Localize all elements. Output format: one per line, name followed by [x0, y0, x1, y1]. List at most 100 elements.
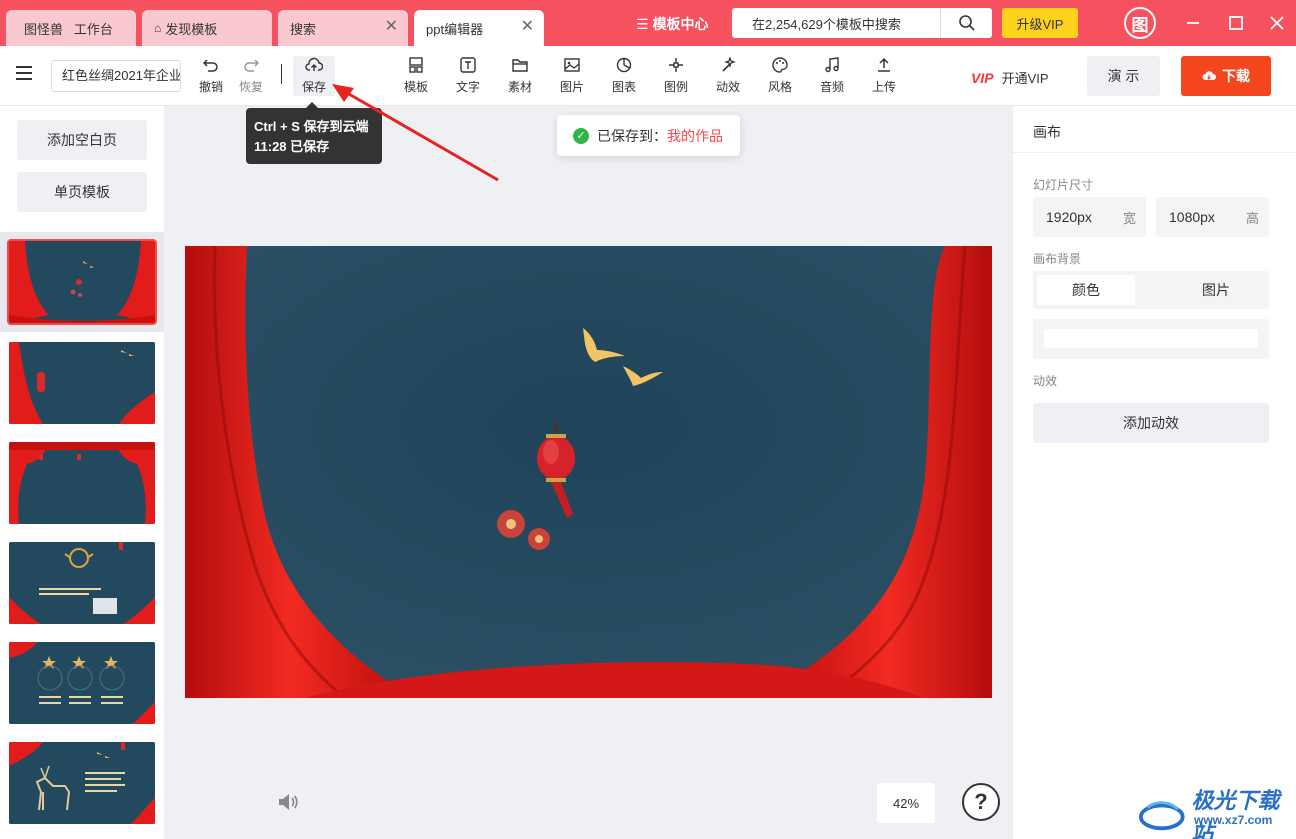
open-vip-link[interactable]: VIP 开通VIP — [971, 68, 1049, 87]
save-success-toast: ✓ 已保存到： 我的作品 — [557, 115, 740, 156]
tab-label: ppt编辑器 — [426, 21, 484, 37]
bg-option-image[interactable]: 图片 — [1167, 275, 1265, 305]
music-icon — [823, 56, 841, 74]
present-button[interactable]: 演 示 — [1087, 56, 1160, 96]
undo-label: 撤销 — [198, 80, 223, 94]
tool-label: 图片 — [559, 80, 584, 94]
undo-button[interactable]: 撤销 — [189, 56, 233, 95]
folder-icon — [511, 56, 529, 74]
upgrade-vip-button[interactable]: 升级VIP — [1002, 8, 1078, 38]
slide-thumbnail[interactable] — [0, 532, 164, 632]
background-type-switch: 颜色 图片 — [1033, 271, 1269, 309]
tool-legend[interactable]: 图例 — [654, 56, 698, 95]
tab-workbench[interactable]: 图怪兽 工作台 — [6, 10, 136, 46]
redo-icon — [242, 56, 260, 74]
slide-height-input[interactable]: 1080px 高 — [1156, 197, 1269, 237]
tool-chart[interactable]: 图表 — [602, 56, 646, 95]
tab-label: 搜索 — [290, 21, 317, 37]
slide-width-input[interactable]: 1920px 宽 — [1033, 197, 1146, 237]
slide-artwork — [185, 246, 992, 698]
tool-image[interactable]: 图片 — [550, 56, 594, 95]
home-icon: ⌂ — [154, 21, 162, 35]
diagram-icon — [667, 56, 685, 74]
hamburger-menu-icon[interactable] — [16, 66, 32, 80]
my-works-link[interactable]: 我的作品 — [667, 126, 723, 146]
slide-canvas[interactable] — [185, 246, 992, 698]
slide-thumbnail-image — [9, 442, 155, 524]
maximize-icon[interactable] — [1225, 12, 1247, 34]
properties-panel: 画布 幻灯片尺寸 1920px 宽 1080px 高 画布背景 颜色 图片 动效… — [1013, 106, 1296, 839]
tool-style[interactable]: 风格 — [758, 56, 802, 95]
tool-label: 图例 — [663, 80, 688, 94]
vip-badge-icon: VIP — [971, 69, 994, 86]
template-center-label: 模板中心 — [652, 16, 709, 32]
bg-option-color[interactable]: 颜色 — [1037, 275, 1135, 305]
watermark-url: www.xz7.com — [1194, 813, 1273, 827]
template-center-link[interactable]: ☰ 模板中心 — [636, 14, 709, 34]
slide-size-label: 幻灯片尺寸 — [1033, 178, 1094, 192]
annotation-arrow — [332, 84, 499, 182]
text-icon — [459, 56, 477, 74]
canvas-background-label: 画布背景 — [1033, 252, 1082, 266]
tool-upload[interactable]: 上传 — [862, 56, 906, 95]
download-button[interactable]: 下载 — [1181, 56, 1271, 96]
slide-thumbnail[interactable] — [0, 232, 164, 332]
tool-animation[interactable]: 动效 — [706, 56, 750, 95]
slide-list-panel: 添加空白页 单页模板 — [0, 106, 164, 839]
tab-label: 图怪兽 工作台 — [24, 21, 113, 37]
tool-label: 风格 — [767, 80, 792, 94]
tool-label: 上传 — [871, 80, 896, 94]
tool-audio[interactable]: 音频 — [810, 56, 854, 95]
height-value: 1080px — [1169, 209, 1215, 225]
background-color-picker[interactable] — [1033, 319, 1269, 359]
close-icon[interactable]: ✕ — [385, 19, 398, 35]
watermark-text: 极光下载站 — [1191, 788, 1280, 839]
minimize-icon[interactable] — [1182, 12, 1204, 34]
open-vip-label: 开通VIP — [1001, 71, 1049, 86]
add-effect-button[interactable]: 添加动效 — [1033, 403, 1269, 443]
slide-thumbnail[interactable] — [0, 732, 164, 832]
redo-label: 恢复 — [238, 80, 263, 94]
tool-label: 素材 — [507, 80, 532, 94]
template-search[interactable]: 在2,254,629个模板中搜索 — [732, 8, 992, 38]
document-name-field[interactable]: 红色丝绸2021年企业 — [51, 60, 181, 92]
slide-thumbnail-image — [9, 742, 155, 824]
slide-thumbnail-image — [9, 342, 155, 424]
effect-label: 动效 — [1033, 374, 1058, 388]
panel-divider — [1013, 152, 1296, 153]
slide-thumbnail[interactable] — [0, 332, 164, 432]
search-icon — [958, 15, 975, 31]
width-unit: 宽 — [1122, 210, 1136, 226]
add-blank-page-button[interactable]: 添加空白页 — [17, 120, 147, 160]
check-circle-icon: ✓ — [573, 127, 589, 144]
color-swatch — [1044, 329, 1258, 348]
site-watermark: 极光下载站 www.xz7.com — [1138, 783, 1296, 839]
tab-ppt-editor[interactable]: ppt编辑器 ✕ — [414, 10, 544, 46]
panel-title: 画布 — [1033, 124, 1061, 140]
search-button[interactable] — [940, 8, 992, 38]
tool-label: 图表 — [611, 80, 636, 94]
slide-thumbnail-image — [9, 642, 155, 724]
tab-search[interactable]: 搜索 ✕ — [278, 10, 408, 46]
download-label: 下载 — [1222, 68, 1250, 84]
height-unit: 高 — [1245, 210, 1259, 226]
zoom-level[interactable]: 42% — [877, 783, 935, 823]
speaker-icon[interactable] — [276, 790, 300, 817]
close-window-icon[interactable] — [1266, 12, 1288, 34]
cloud-download-icon — [1202, 71, 1216, 80]
tool-label: 音频 — [819, 80, 844, 94]
help-icon[interactable]: ? — [962, 783, 1000, 821]
title-bar: 图怪兽 工作台 ⌂ 发现模板 搜索 ✕ ppt编辑器 ✕ ☰ 模板中心 在2,2… — [0, 0, 1296, 46]
close-icon[interactable]: ✕ — [521, 19, 534, 35]
slide-thumbnail[interactable] — [0, 432, 164, 532]
search-input[interactable]: 在2,254,629个模板中搜索 — [732, 14, 940, 33]
toolbar-divider — [281, 64, 282, 84]
tab-discover-templates[interactable]: ⌂ 发现模板 — [142, 10, 272, 46]
redo-button[interactable]: 恢复 — [229, 56, 273, 95]
single-page-template-button[interactable]: 单页模板 — [17, 172, 147, 212]
user-avatar[interactable]: 图 — [1124, 7, 1156, 39]
slide-thumbnail-image — [7, 239, 157, 325]
slide-thumbnail[interactable] — [0, 632, 164, 732]
tab-label: 发现模板 — [165, 21, 218, 37]
list-icon: ☰ — [636, 15, 649, 32]
